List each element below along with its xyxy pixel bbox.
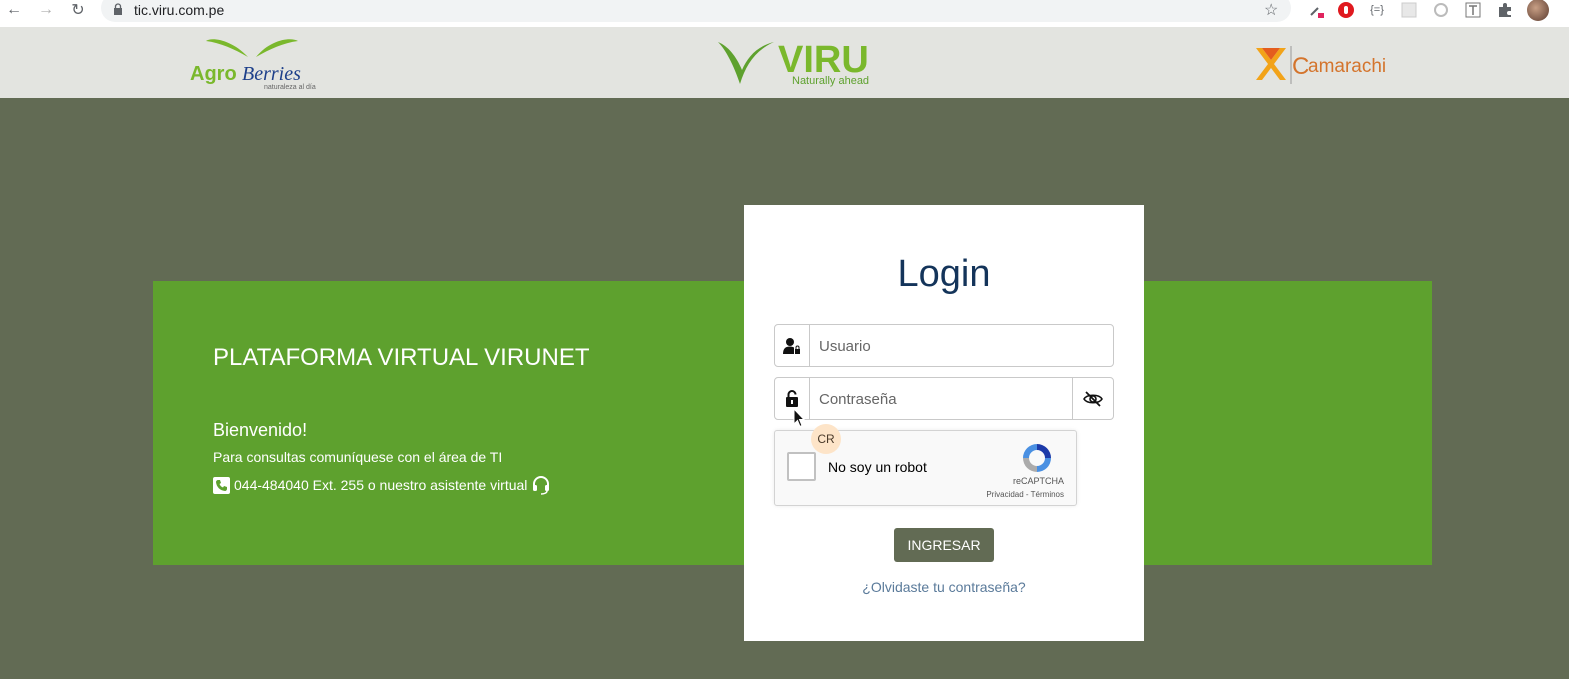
password-field[interactable]	[774, 377, 1114, 420]
recaptcha-label: No soy un robot	[828, 459, 927, 475]
forward-icon[interactable]: →	[36, 0, 56, 20]
json-extension-icon[interactable]: {=}	[1368, 1, 1386, 19]
bookmark-star-icon[interactable]: ☆	[1264, 0, 1278, 20]
phone-icon	[213, 476, 230, 494]
eye-slash-icon[interactable]	[1072, 378, 1113, 419]
agroberries-logo: Agro Berries naturaleza al día	[190, 39, 316, 91]
mouse-cursor-icon	[793, 408, 805, 428]
user-icon	[775, 325, 810, 366]
recaptcha-links[interactable]: Privacidad - Términos	[986, 490, 1064, 499]
camarachi-logo: C amarachi	[1256, 46, 1386, 84]
svg-text:Naturally ahead: Naturally ahead	[792, 75, 869, 87]
recaptcha-checkbox[interactable]	[787, 452, 816, 481]
address-bar[interactable]	[101, 0, 1291, 22]
circle-extension-icon[interactable]	[1432, 1, 1450, 19]
recaptcha-widget: No soy un robot reCAPTCHA Privacidad - T…	[774, 424, 1077, 506]
login-title: Login	[897, 253, 991, 295]
recaptcha-brand: reCAPTCHA	[1012, 476, 1064, 486]
reload-icon[interactable]: ↻	[68, 0, 88, 20]
browser-toolbar: ← → ↻ tic.viru.com.pe ☆ {=}	[0, 0, 1569, 27]
eyedropper-extension-icon[interactable]	[1307, 1, 1325, 19]
cr-badge: CR	[811, 424, 841, 454]
text-extension-icon[interactable]	[1464, 1, 1482, 19]
contact-text: Para consultas comuníquese con el área d…	[213, 449, 503, 465]
phone-line: 044-484040 Ext. 255 o nuestro asistente …	[213, 475, 551, 495]
puzzle-extensions-icon[interactable]	[1496, 1, 1514, 19]
svg-text:Agro: Agro	[190, 63, 237, 85]
username-field[interactable]	[774, 324, 1114, 367]
username-input[interactable]	[819, 335, 1069, 357]
platform-title: PLATAFORMA VIRTUAL VIRUNET	[213, 344, 590, 371]
recaptcha-logo-icon	[1023, 444, 1051, 472]
lock-icon	[114, 3, 122, 15]
phone-text: 044-484040 Ext. 255 o nuestro asistente …	[234, 477, 528, 493]
viru-logo: VIRU Naturally ahead	[718, 39, 869, 87]
back-icon[interactable]: ←	[4, 0, 24, 20]
adblock-extension-icon[interactable]	[1337, 1, 1355, 19]
svg-text:C: C	[1292, 53, 1309, 80]
forgot-password-link[interactable]: ¿Olvidaste tu contraseña?	[744, 579, 1144, 595]
welcome-heading: Bienvenido!	[213, 420, 308, 440]
logo-header: Agro Berries naturaleza al día VIRU Natu…	[0, 27, 1569, 98]
svg-text:naturaleza al día: naturaleza al día	[264, 84, 316, 91]
svg-text:amarachi: amarachi	[1308, 56, 1386, 77]
svg-text:Berries: Berries	[242, 63, 301, 85]
password-input[interactable]	[819, 388, 1069, 410]
url-text: tic.viru.com.pe	[134, 2, 225, 18]
grid-extension-icon[interactable]	[1400, 1, 1418, 19]
headset-icon[interactable]	[531, 475, 551, 495]
profile-avatar[interactable]	[1527, 0, 1549, 21]
ingresar-button[interactable]: INGRESAR	[894, 528, 994, 562]
